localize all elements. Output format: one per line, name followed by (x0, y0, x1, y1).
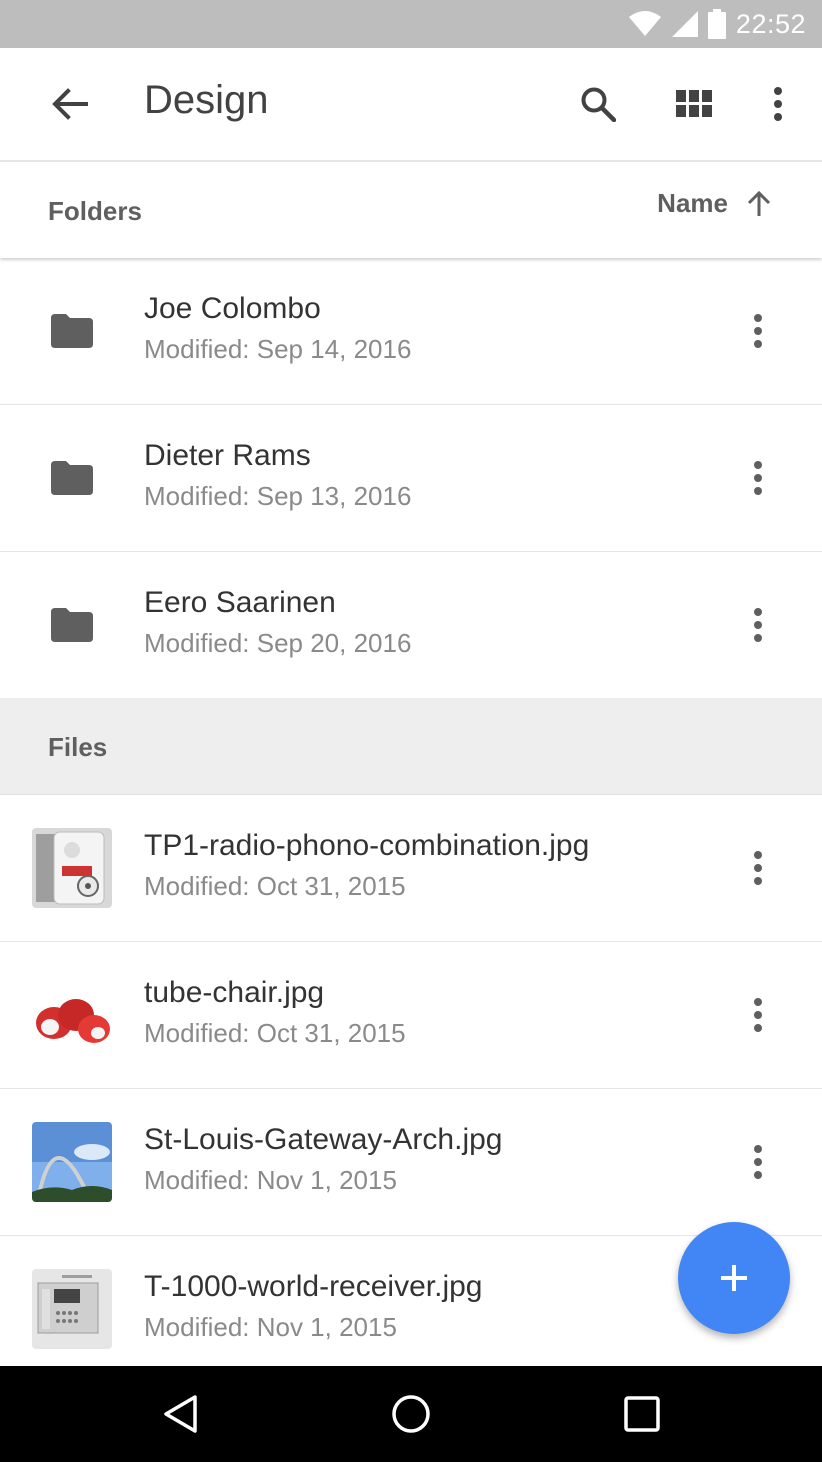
nav-recents-icon (624, 1396, 660, 1432)
sort-by-name-button[interactable]: Name (657, 188, 772, 219)
file-name: T-1000-world-receiver.jpg (144, 1270, 483, 1303)
plus-icon (721, 1265, 747, 1291)
item-more-button[interactable] (734, 843, 782, 893)
add-fab-button[interactable] (678, 1222, 790, 1334)
nav-back-icon (164, 1395, 197, 1433)
page-title: Design (144, 78, 269, 122)
battery-icon (707, 9, 726, 39)
file-row[interactable]: TP1-radio-phono-combination.jpg Modified… (0, 795, 822, 942)
more-vert-icon (754, 608, 762, 642)
wifi-icon (628, 11, 661, 36)
folder-row[interactable]: Eero Saarinen Modified: Sep 20, 2016 (0, 552, 822, 692)
folder-modified: Modified: Sep 14, 2016 (144, 334, 412, 364)
system-nav-bar (0, 1366, 822, 1462)
more-vert-icon (774, 87, 782, 121)
folder-modified: Modified: Sep 13, 2016 (144, 481, 412, 511)
file-modified: Modified: Oct 31, 2015 (144, 871, 406, 901)
item-more-button[interactable] (734, 600, 782, 650)
file-row[interactable]: tube-chair.jpg Modified: Oct 31, 2015 (0, 942, 822, 1089)
more-vert-icon (754, 998, 762, 1032)
folder-name: Eero Saarinen (144, 586, 336, 619)
folders-header: Folders Name (0, 162, 822, 258)
folder-row[interactable]: Dieter Rams Modified: Sep 13, 2016 (0, 405, 822, 552)
arrow-upward-icon (747, 190, 771, 216)
nav-recents-button[interactable] (618, 1390, 666, 1438)
app-bar: Design (0, 48, 822, 162)
folder-name: Joe Colombo (144, 292, 321, 325)
item-more-button[interactable] (734, 453, 782, 503)
item-more-button[interactable] (734, 306, 782, 356)
file-name: tube-chair.jpg (144, 976, 325, 1009)
overflow-menu-button[interactable] (754, 80, 802, 128)
gateway-arch-thumbnail-icon (32, 1122, 112, 1202)
more-vert-icon (754, 461, 762, 495)
file-thumbnail (32, 1122, 112, 1202)
file-modified: Modified: Oct 31, 2015 (144, 1018, 406, 1048)
files-section-label: Files (48, 732, 108, 762)
grid-view-button[interactable] (670, 80, 718, 128)
more-vert-icon (754, 1145, 762, 1179)
grid-view-icon (676, 90, 712, 117)
sort-label: Name (657, 188, 728, 218)
world-receiver-thumbnail-icon (32, 1269, 112, 1349)
file-thumbnail (32, 975, 112, 1055)
folders-section-label: Folders (48, 196, 142, 226)
more-vert-icon (754, 851, 762, 885)
file-name: St-Louis-Gateway-Arch.jpg (144, 1123, 503, 1156)
folder-icon (32, 438, 112, 518)
item-more-button[interactable] (734, 990, 782, 1040)
file-row[interactable]: St-Louis-Gateway-Arch.jpg Modified: Nov … (0, 1089, 822, 1236)
folders-list: Joe Colombo Modified: Sep 14, 2016 Diete… (0, 258, 822, 692)
files-header: Files (0, 698, 822, 795)
file-thumbnail (32, 1269, 112, 1349)
folder-modified: Modified: Sep 20, 2016 (144, 628, 412, 658)
arrow-back-icon (52, 88, 88, 120)
nav-home-button[interactable] (387, 1390, 435, 1438)
nav-home-icon (392, 1395, 430, 1433)
signal-icon (671, 11, 698, 37)
status-time: 22:52 (735, 8, 806, 39)
search-button[interactable] (574, 80, 622, 128)
item-more-button[interactable] (734, 1137, 782, 1187)
folder-name: Dieter Rams (144, 439, 311, 472)
file-thumbnail (32, 828, 112, 908)
folder-row[interactable]: Joe Colombo Modified: Sep 14, 2016 (0, 258, 822, 405)
file-modified: Modified: Nov 1, 2015 (144, 1312, 397, 1342)
status-bar: 22:52 (0, 0, 822, 48)
folder-icon (32, 585, 112, 665)
search-icon (581, 87, 616, 122)
back-button[interactable] (46, 80, 94, 128)
file-name: TP1-radio-phono-combination.jpg (144, 829, 590, 862)
more-vert-icon (754, 314, 762, 348)
nav-back-button[interactable] (156, 1390, 204, 1438)
tube-chair-thumbnail-icon (32, 975, 112, 1055)
file-modified: Modified: Nov 1, 2015 (144, 1165, 397, 1195)
radio-phono-thumbnail-icon (32, 828, 112, 908)
folder-icon (32, 291, 112, 371)
